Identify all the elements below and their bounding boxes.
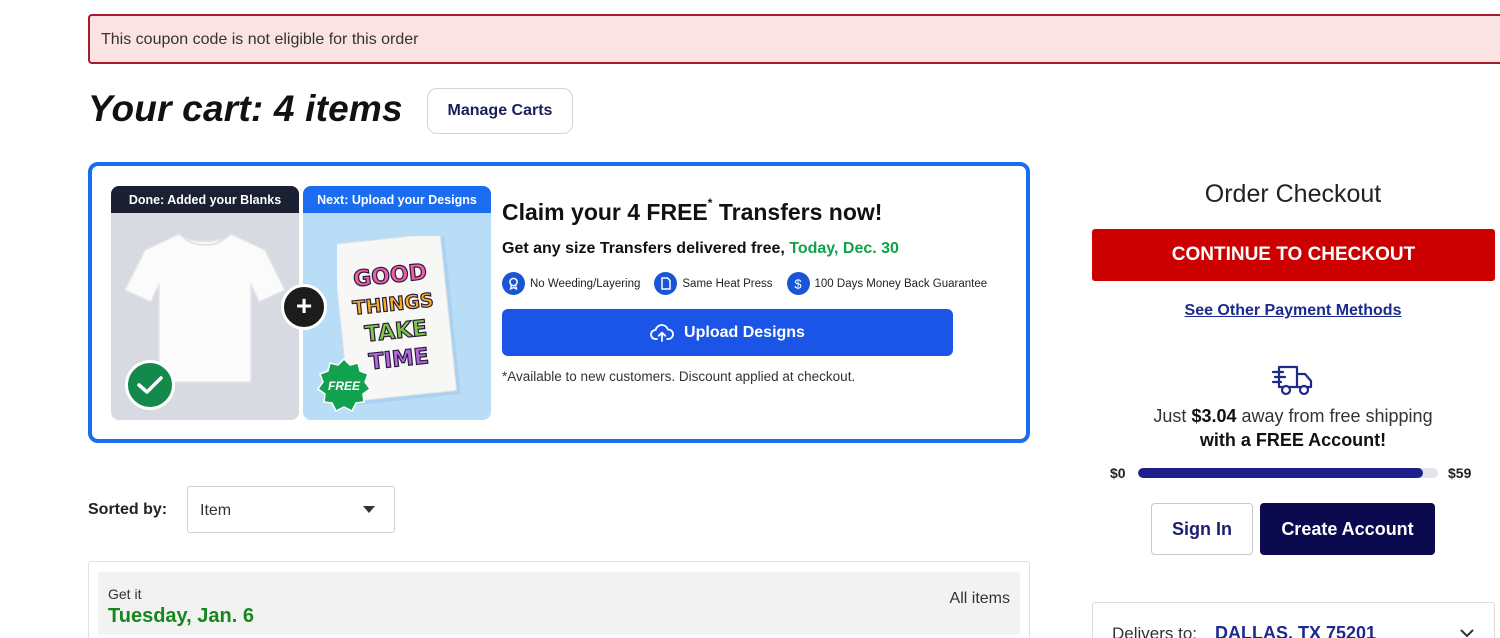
create-account-button[interactable]: Create Account <box>1260 503 1435 555</box>
designs-panel: Next: Upload your Designs GOOD THINGS TA… <box>303 186 491 420</box>
free-shipping-progress-text: Just $3.04 away from free shipping <box>1153 406 1433 426</box>
progress-fill <box>1138 468 1423 478</box>
delivery-group-date: Tuesday, Jan. 6 <box>108 605 254 627</box>
delivery-location: DALLAS, TX 75201 <box>1215 623 1377 638</box>
promo-delivery-date: Today, Dec. 30 <box>789 240 899 257</box>
feature-money-back: $ 100 Days Money Back Guarantee <box>786 272 987 295</box>
promo-features: No Weeding/Layering Same Heat Press $ 10… <box>502 272 987 295</box>
svg-text:FREE: FREE <box>328 379 361 393</box>
chevron-down-icon <box>1460 629 1474 638</box>
progress-min-label: $0 <box>1110 465 1126 481</box>
shipping-remaining-amount: $3.04 <box>1191 406 1237 426</box>
dollar-icon: $ <box>786 272 810 295</box>
free-shipping-progress-bar <box>1138 468 1438 478</box>
feature-no-weeding: No Weeding/Layering <box>502 272 640 295</box>
fast-delivery-truck-icon <box>1271 365 1313 396</box>
upload-designs-label: Upload Designs <box>684 323 805 341</box>
plus-icon: + <box>281 284 327 330</box>
order-checkout-title: Order Checkout <box>1204 180 1382 208</box>
coupon-error-message: This coupon code is not eligible for thi… <box>101 31 419 48</box>
check-icon <box>125 360 175 410</box>
continue-to-checkout-button[interactable]: CONTINUE TO CHECKOUT <box>1092 229 1495 281</box>
delivery-group-header: Get it Tuesday, Jan. 6 All items <box>98 572 1020 635</box>
sort-label: Sorted by: <box>88 501 168 518</box>
free-badge-icon: FREE <box>317 358 371 412</box>
blanks-panel-header: Done: Added your Blanks <box>111 186 299 213</box>
manage-carts-button[interactable]: Manage Carts <box>427 88 573 134</box>
blanks-panel: Done: Added your Blanks <box>111 186 299 420</box>
sign-in-button[interactable]: Sign In <box>1151 503 1253 555</box>
progress-max-label: $59 <box>1448 465 1472 481</box>
upload-designs-button[interactable]: Upload Designs <box>502 309 953 356</box>
delivery-group-label: Get it <box>108 586 142 602</box>
page-title: Your cart: 4 items <box>88 88 403 129</box>
feature-same-heat-press: Same Heat Press <box>654 272 773 295</box>
cloud-upload-icon <box>650 323 674 342</box>
designs-panel-header: Next: Upload your Designs <box>303 186 491 213</box>
delivery-location-selector[interactable]: Delivers to: DALLAS, TX 75201 <box>1092 602 1495 638</box>
delivers-to-label: Delivers to: <box>1112 624 1198 638</box>
sort-select-value: Item <box>200 502 232 519</box>
cart-items-group: Get it Tuesday, Jan. 6 All items <box>88 561 1030 638</box>
ribbon-icon <box>502 272 525 295</box>
other-payment-methods-link[interactable]: See Other Payment Methods <box>1092 302 1494 320</box>
coupon-error-alert: This coupon code is not eligible for thi… <box>88 14 1500 64</box>
free-account-text: with a FREE Account! <box>1199 430 1387 450</box>
sort-select[interactable]: Item <box>187 486 395 533</box>
free-transfers-promo: Done: Added your Blanks + Next: Upload y… <box>88 162 1030 443</box>
promo-title: Claim your 4 FREE* Transfers now! <box>502 196 883 225</box>
promo-disclaimer: *Available to new customers. Discount ap… <box>502 369 856 384</box>
caret-down-icon <box>363 506 375 513</box>
delivery-group-scope: All items <box>949 590 1010 607</box>
document-icon <box>654 272 678 295</box>
promo-subtitle: Get any size Transfers delivered free, T… <box>502 240 899 257</box>
svg-text:$: $ <box>794 277 802 291</box>
